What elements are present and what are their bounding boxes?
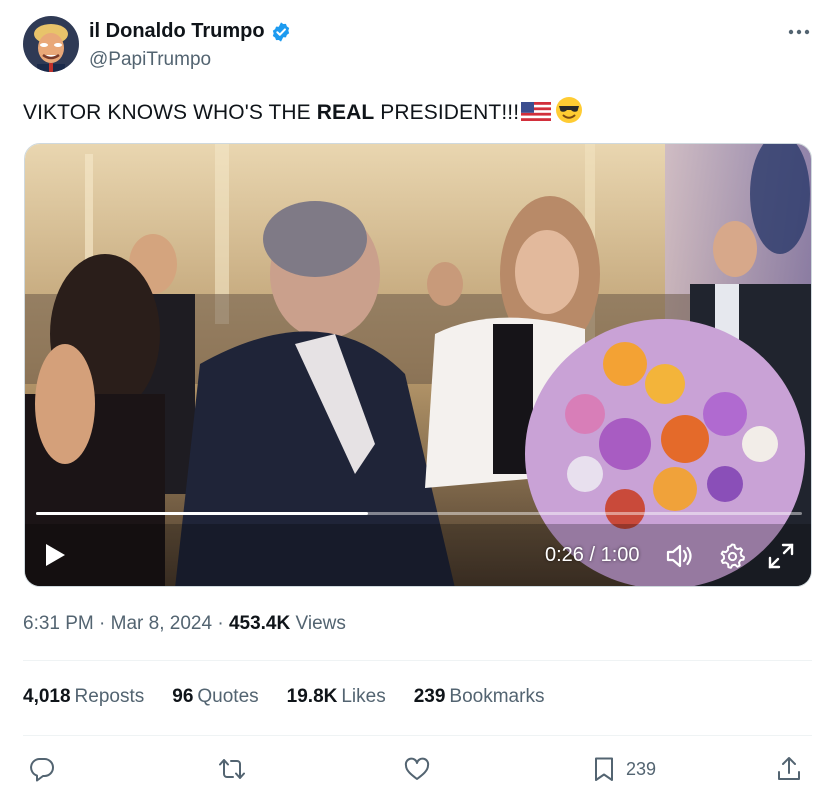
stat-likes[interactable]: 19.8K Likes [287,686,386,708]
share-icon [778,757,800,780]
tweet-date[interactable]: Mar 8, 2024 [111,613,212,634]
author-handle[interactable]: @PapiTrumpo [89,49,211,71]
divider [23,660,812,661]
video-current-time: 0:26 [545,544,584,566]
video-frame [25,144,811,586]
bookmark-count: 239 [626,758,657,779]
tweet-text: VIKTOR KNOWS WHO'S THE REAL PRESIDENT!!! [23,96,583,125]
like-button[interactable] [403,752,431,786]
views-label: Views [290,613,346,634]
video-time: 0:26 / 1:00 [545,544,640,567]
stat-quotes[interactable]: 96 Quotes [172,686,258,708]
video-player[interactable]: 0:26 / 1:00 [24,143,812,587]
engagement-stats: 4,018 Reposts 96 Quotes 19.8K Likes 239 Book… [23,686,572,708]
bookmark-icon [595,757,613,781]
stat-likes-label: Likes [341,686,386,707]
views-count: 453.4K [228,613,291,634]
verified-badge-icon [272,21,289,42]
stat-reposts-label: Reposts [74,686,145,707]
name-row: il Donaldo Trumpo [89,20,292,43]
tweet-text-before: VIKTOR KNOWS WHO'S THE [23,101,317,124]
tweet-time[interactable]: 6:31 PM [23,613,94,634]
fullscreen-icon[interactable] [767,542,795,570]
stat-quotes-count: 96 [172,686,194,707]
repost-button[interactable] [218,752,246,786]
author-avatar[interactable] [23,16,79,72]
stat-reposts[interactable]: 4,018 Reposts [23,686,144,708]
sunglasses-face-emoji-icon [556,97,583,123]
tweet-text-bold: REAL [316,101,375,124]
volume-icon[interactable] [665,542,695,570]
stat-bookmarks-count: 239 [413,686,446,707]
stat-quotes-label: Quotes [197,686,259,707]
author-display-name[interactable]: il Donaldo Trumpo [89,20,265,43]
more-options-icon[interactable] [785,20,813,44]
stat-likes-count: 19.8K [286,686,338,707]
reply-button[interactable] [28,752,56,786]
reply-icon [30,758,54,782]
share-button[interactable] [775,752,803,786]
divider [23,735,812,736]
us-flag-emoji-icon [521,102,552,122]
repost-icon [219,759,245,779]
video-duration: 1:00 [600,544,640,566]
avatar-portrait-icon [23,16,79,72]
stat-bookmarks-label: Bookmarks [449,686,545,707]
stat-reposts-count: 4,018 [23,686,71,707]
play-icon[interactable] [39,540,69,570]
video-progress-bar[interactable] [36,512,802,515]
tweet-header: il Donaldo Trumpo @PapiTrumpo [23,16,813,76]
heart-icon [404,757,430,780]
action-bar: 239 [23,752,813,786]
video-progress-fill [36,512,368,515]
tweet-meta: 6:31 PM · Mar 8, 2024 · 453.4K Views [23,613,346,635]
bookmark-button[interactable]: 239 [590,752,656,786]
stat-bookmarks[interactable]: 239 Bookmarks [414,686,545,708]
meta-separator: · [93,613,111,634]
meta-separator: · [212,613,229,634]
tweet-text-after: PRESIDENT!!! [374,101,520,124]
video-time-separator: / [583,544,601,566]
settings-gear-icon[interactable] [718,542,746,570]
